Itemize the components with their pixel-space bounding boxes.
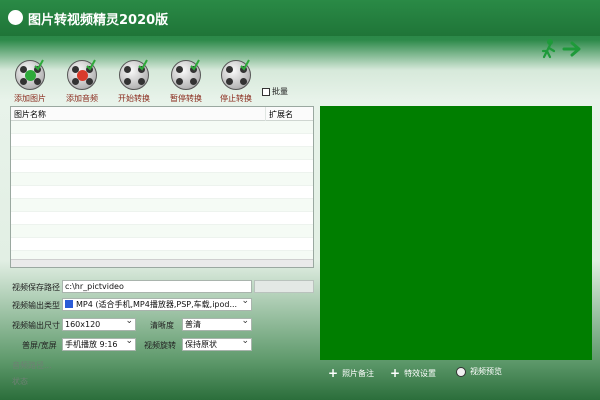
output-size-value: 160x120 [65,320,101,329]
plus-icon: + [328,366,339,380]
stop-convert-label: 停止转换 [220,94,252,103]
rotation-select[interactable]: 保持原状 [182,338,252,351]
clarity-label: 清晰度 [150,321,174,330]
save-path-field[interactable]: c:\hr_pictvideo [62,280,252,293]
film-reel-icon [456,366,466,377]
effects-label: 特效设置 [404,368,437,378]
video-preview-label: 视频预览 [470,367,502,376]
rotation-label: 视频旋转 [144,341,176,350]
stop-convert-icon [221,59,251,90]
add-audio-button[interactable]: 添加音频 [60,59,104,108]
list-item [11,212,313,225]
list-item [11,225,313,238]
title-bar: 图片转视频精灵2020版 [0,0,600,36]
add-image-button[interactable]: 添加图片 [8,59,52,108]
list-item [11,186,313,199]
video-preview-button[interactable]: 视频预览 [456,366,502,377]
list-item [11,160,313,173]
photo-note-button[interactable]: + 照片备注 [328,366,374,380]
batch-checkbox-box[interactable] [262,87,270,96]
file-list[interactable]: 图片名称 扩展名 [10,106,314,268]
exit-icon [541,39,581,59]
add-audio-icon [67,59,97,90]
list-item [11,173,313,186]
app-logo-icon [8,10,23,25]
audio-path-status: 音频路径... [12,361,52,370]
start-convert-label: 开始转换 [118,94,150,103]
output-type-label: 视频输出类型 [12,301,60,310]
add-audio-label: 添加音频 [66,94,98,103]
video-preview-area [320,106,592,360]
plus-icon: + [390,366,401,380]
screen-mode-value: 手机播放 9:16 [65,340,118,349]
pause-convert-button[interactable]: 暂停转换 [164,59,208,108]
file-list-rows [11,121,313,264]
stop-convert-button[interactable]: 停止转换 [214,59,258,108]
column-extension[interactable]: 扩展名 [269,109,293,120]
effects-button[interactable]: + 特效设置 [390,366,436,380]
column-image-name[interactable]: 图片名称 [14,109,46,120]
save-path-label: 视频保存路径 [12,283,60,292]
state-status: 状态 [12,377,28,386]
start-convert-button[interactable]: 开始转换 [112,59,156,108]
file-list-header: 图片名称 扩展名 [11,107,313,121]
browse-button[interactable] [254,280,314,293]
rotation-value: 保持原状 [185,340,217,349]
pause-convert-label: 暂停转换 [170,94,202,103]
output-type-select[interactable]: MP4 (适合手机,MP4播放器,PSP,车载,ipod... [62,298,252,311]
start-convert-icon [119,59,149,90]
app-window: 图片转视频精灵2020版 添加图片 添加音频 开始转换 暂停转换 停止转换 批量… [0,0,600,400]
screen-mode-select[interactable]: 手机播放 9:16 [62,338,136,351]
list-item [11,147,313,160]
exit-button[interactable] [538,38,588,60]
photo-note-label: 照片备注 [342,368,375,378]
list-item [11,238,313,251]
clarity-value: 普清 [185,320,201,329]
list-item [11,199,313,212]
list-item [11,121,313,134]
add-image-label: 添加图片 [14,94,46,103]
batch-label: 批量 [272,87,288,96]
window-title: 图片转视频精灵2020版 [28,13,169,28]
mp4-format-icon [65,300,73,308]
add-image-icon [15,59,45,90]
output-size-select[interactable]: 160x120 [62,318,136,331]
screen-mode-label: 普屏/宽屏 [22,341,57,350]
output-type-value: MP4 (适合手机,MP4播放器,PSP,车载,ipod... [76,300,238,309]
clarity-select[interactable]: 普清 [182,318,252,331]
horizontal-scrollbar[interactable] [11,259,313,267]
output-size-label: 视频输出尺寸 [12,321,60,330]
batch-checkbox[interactable]: 批量 [262,86,288,97]
list-item [11,134,313,147]
pause-convert-icon [171,59,201,90]
